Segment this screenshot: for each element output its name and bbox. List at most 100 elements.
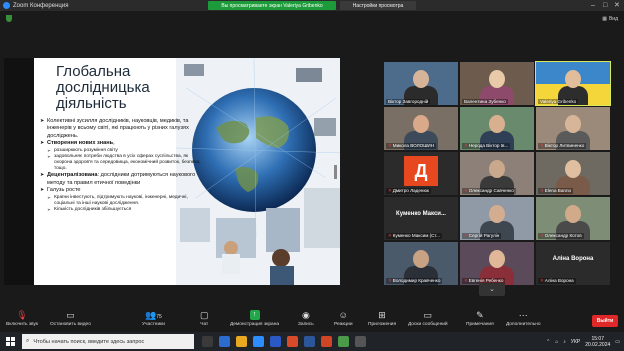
more-icon: ⋯ [518,310,528,320]
slide-bullet: Галузь росте [40,187,205,195]
participants-icon: 👥75 [145,310,162,320]
view-button-label: Вид [608,16,618,22]
word-icon[interactable] [304,336,315,347]
grid-icon: ▦ [602,16,607,22]
participant-tile[interactable]: Віктор Завгородній [384,62,458,105]
notes-label: Примечания [466,322,494,327]
taskbar-search-input[interactable]: ⌕ Чтобы начать поиск, введите здесь запр… [22,334,194,349]
participant-name: ✕Микола ВОЛОШИН [386,143,437,149]
chat-icon: ▢ [200,310,209,320]
slide-sub-bullet: задовольняє потреби людства в усіх сфера… [40,154,205,173]
mic-muted-icon: ✕ [388,143,392,148]
gallery-resize-handle[interactable] [334,165,337,179]
powerpoint-icon[interactable] [321,336,332,347]
notifications-icon[interactable]: ▭ [615,339,620,345]
apps-icon: ⊞ [378,310,386,320]
search-icon: ⌕ [26,338,30,344]
participant-name: ✕Віктор Литвиненко [538,143,587,149]
mic-muted-icon: ✕ [464,143,468,148]
gallery-next-page-button[interactable]: ⌄ [479,283,505,296]
participant-name: Valeriya Gribenko [538,99,579,104]
minimize-icon[interactable]: – [591,0,595,11]
slide-title-line: дослідницька [56,79,150,96]
zoom-icon[interactable] [253,336,264,347]
participant-name: ✕Куменко Максим (Ст... [386,233,442,239]
participants-button[interactable]: 👥75 Участники [142,310,165,327]
view-options-button[interactable]: Настройки просмотра [340,1,416,10]
participant-tile[interactable]: ✕Олександр Котов [536,197,610,240]
slide-sub-bullet: Кількість дослідників збільшується [40,207,205,213]
participant-tile[interactable]: ✕Евгенія Ребенко [460,242,534,285]
shared-screen: Глобальна дослідницька діяльність ➤ Коле… [4,58,340,285]
apps-button[interactable]: ⊞ Приложения [368,310,396,327]
whiteboard-icon: ▭ [423,310,433,320]
leave-button[interactable]: Выйти [592,315,618,327]
app-icon[interactable] [287,336,298,347]
windows-taskbar: ⌕ Чтобы начать поиск, введите здесь запр… [0,332,624,351]
network-icon[interactable]: ⌂ [555,339,558,345]
mic-muted-icon: ✕ [388,278,392,283]
clock[interactable]: 15:07 20.02.2024 [585,336,610,348]
participant-tile[interactable]: ✕Нерода Віктор Ів... [460,107,534,150]
tray-chevron-icon[interactable]: ⌃ [546,339,550,345]
file-explorer-icon[interactable] [236,336,247,347]
whiteboards-button[interactable]: ▭ Доски сообщений [408,310,448,327]
avatar: Д [404,156,438,186]
clock-date: 20.02.2024 [585,341,611,348]
start-button[interactable] [0,332,20,351]
language-indicator[interactable]: УКР [571,339,580,345]
zoom-logo-icon [3,2,10,9]
search-placeholder: Чтобы начать поиск, введите здесь запрос [33,338,145,345]
participant-tile[interactable]: Аліна Ворона ✕Аліна Ворона [536,242,610,285]
app-icon[interactable] [355,336,366,347]
whiteboards-label: Доски сообщений [408,322,448,327]
participant-tile[interactable]: ✕Володимир Кравченко [384,242,458,285]
share-screen-button[interactable]: ↑ Демонстрация экрана [230,310,279,327]
participant-tile[interactable]: ✕Elena Banno [536,152,610,195]
participant-tile[interactable]: Д ✕Дмитро Ладенюк [384,152,458,195]
mic-muted-icon: ✕ [540,143,544,148]
task-view-icon[interactable] [202,336,213,347]
view-button[interactable]: ▦ Вид [602,16,618,22]
edge-icon[interactable] [219,336,230,347]
unmute-button[interactable]: 🎙 Включить звук [6,310,38,327]
more-button[interactable]: ⋯ Дополнительно [506,310,541,327]
close-icon[interactable]: ✕ [614,0,620,11]
reactions-label: Реакции [334,322,353,327]
share-screen-icon: ↑ [249,310,260,320]
bullet-bold-text: Створення нових знань [47,140,114,147]
slide-sub-bullet: Країни інвестують, підтримують наукові, … [40,195,205,207]
record-button[interactable]: ◉ Запись [298,310,314,327]
volume-icon[interactable]: ♪ [563,339,566,345]
stop-video-button[interactable]: ▭ Остановить видео [50,310,91,327]
participant-tile[interactable]: ✕Віктор Литвиненко [536,107,610,150]
record-icon: ◉ [301,310,310,320]
participant-tile[interactable]: Valeriya Gribenko [535,61,611,106]
slide-bullet: Децентралізована: дослідники дотримуютьс… [40,172,205,187]
chevron-down-icon: ⌄ [489,286,495,293]
slide-title: Глобальна дослідницька діяльність [56,64,150,112]
mic-muted-icon: ✕ [464,278,468,283]
maximize-icon[interactable]: □ [603,0,607,11]
participant-tile[interactable]: ✕Олександр Савченко [460,152,534,195]
participant-tile[interactable]: ✕Микола ВОЛОШИН [384,107,458,150]
participant-name: ✕Володимир Кравченко [386,278,443,284]
mic-muted-icon: 🎙 [16,310,28,320]
mic-muted-icon: ✕ [464,233,468,238]
participant-tile[interactable]: ✕Сергій Рагулін [460,197,534,240]
participant-tile[interactable]: Куменко Макси... ✕Куменко Максим (Ст... [384,197,458,240]
notes-button[interactable]: ✎ Примечания [466,310,494,327]
chat-button[interactable]: ▢ Чат [200,310,209,327]
video-camera-icon: ▭ [66,310,75,320]
participant-name: ✕Нерода Віктор Ів... [462,143,511,149]
more-label: Дополнительно [506,322,541,327]
bullet-text: Галузь росте [47,187,81,194]
notes-icon: ✎ [476,310,484,320]
store-icon[interactable] [270,336,281,347]
reactions-icon: ☺ [338,310,348,320]
encryption-shield-icon[interactable] [6,15,12,22]
chrome-icon[interactable] [338,336,349,347]
meeting-toolbar: 🎙 Включить звук ▭ Остановить видео 👥75 У… [0,305,624,332]
reactions-button[interactable]: ☺ Реакции [334,310,353,327]
participant-tile[interactable]: Валентина Зубенко [460,62,534,105]
